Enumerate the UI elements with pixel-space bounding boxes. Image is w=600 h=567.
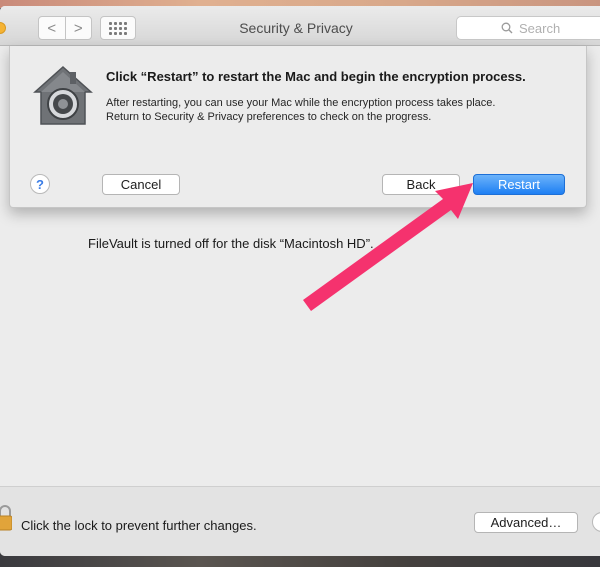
title-bar: < > Security & Privacy Search <box>0 6 600 46</box>
advanced-button[interactable]: Advanced… <box>474 512 578 533</box>
search-icon <box>501 22 513 34</box>
search-field[interactable]: Search <box>456 16 600 40</box>
sheet-body-line-1: After restarting, you can use your Mac w… <box>106 97 496 109</box>
restart-confirmation-sheet: Click “Restart” to restart the Mac and b… <box>9 46 587 208</box>
lock-icon[interactable] <box>0 504 12 532</box>
filevault-house-icon <box>33 65 93 125</box>
lock-instructions: Click the lock to prevent further change… <box>21 518 257 533</box>
sheet-body: After restarting, you can use your Mac w… <box>106 96 576 124</box>
back-button[interactable]: Back <box>382 174 460 195</box>
help-button[interactable]: ? <box>30 174 50 194</box>
sheet-body-line-2: Return to Security & Privacy preferences… <box>106 111 432 123</box>
cancel-button[interactable]: Cancel <box>102 174 180 195</box>
filevault-status-text: FileVault is turned off for the disk “Ma… <box>88 236 374 251</box>
restart-button[interactable]: Restart <box>473 174 565 195</box>
search-placeholder: Search <box>519 20 561 36</box>
preferences-window: < > Security & Privacy Search FileVault … <box>0 6 600 556</box>
sheet-heading: Click “Restart” to restart the Mac and b… <box>106 69 526 84</box>
